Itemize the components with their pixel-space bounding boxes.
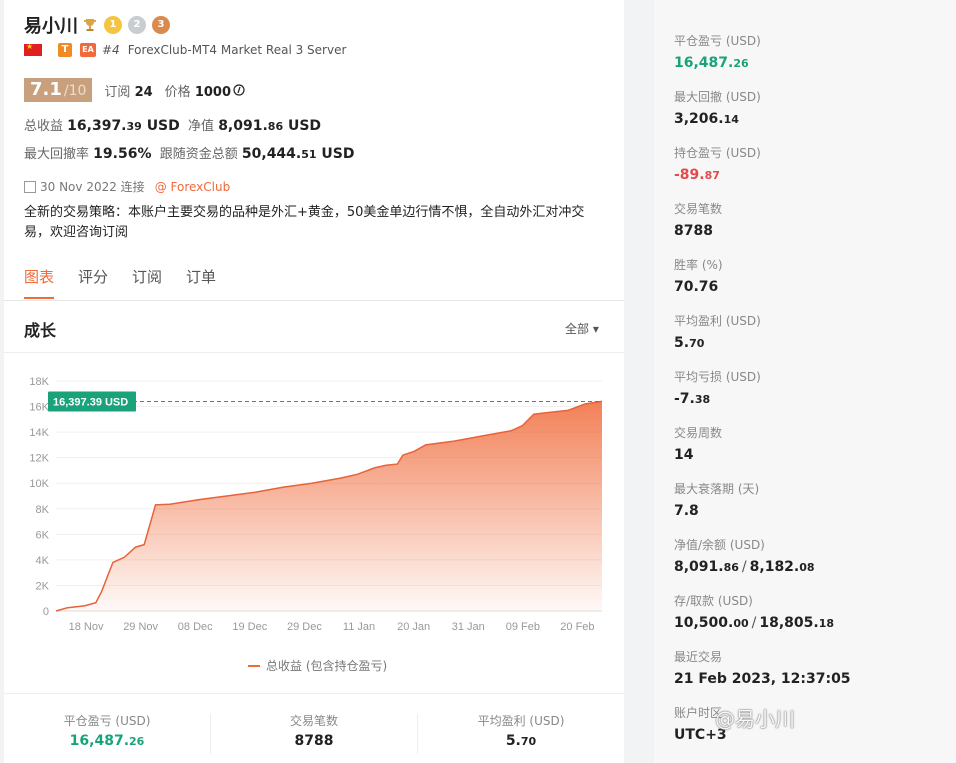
- x-tick-label: 19 Dec: [232, 621, 267, 633]
- growth-title: 成长: [24, 321, 57, 340]
- tab-subscribe[interactable]: 订阅: [132, 266, 162, 299]
- score-denominator: /10: [63, 83, 87, 99]
- currency-icon: [233, 84, 245, 96]
- bottom-stat-trades: 交易笔数 8788: [289, 714, 338, 749]
- side-stat-open-pnl: 持仓盈亏 (USD) -89.87: [674, 146, 761, 183]
- divider: [4, 300, 624, 301]
- side-stat-trades: 交易笔数 8788: [674, 202, 723, 239]
- tag-ea-badge: EA: [80, 43, 96, 57]
- side-stat-avg-loss: 平均亏损 (USD) -7.38: [674, 370, 761, 407]
- side-stat-max-decline: 最大衰落期 (天) 7.8: [674, 482, 760, 519]
- trader-name: 易小川: [24, 16, 78, 37]
- side-stat-weeks: 交易周数 14: [674, 426, 723, 463]
- side-stat-deposit-withdraw: 存/取款 (USD) 10,500.00/18,805.18: [674, 594, 835, 631]
- server-name: ForexClub-MT4 Market Real 3 Server: [127, 43, 347, 57]
- score-row: 7.1 /10 订阅 24 价格 1000: [24, 78, 245, 102]
- tab-bar: 图表 评分 订阅 订单: [24, 266, 240, 299]
- rank-label: #4: [102, 43, 120, 57]
- growth-chart: 0 2K 4K 6K 8K 10K 12K 14K 16K 18K 18 Nov 29 Nov 08 …: [29, 376, 603, 633]
- current-value-label: 16,397.39 USD: [53, 396, 128, 408]
- china-flag-icon: [24, 42, 42, 56]
- side-stat-avg-profit: 平均盈利 (USD) 5.70: [674, 314, 761, 351]
- y-tick-label: 14K: [29, 427, 49, 439]
- gold-medal-icon: 1: [104, 16, 122, 34]
- stats-sidebar: 平仓盈亏 (USD) 16,487.26 最大回撤 (USD) 3,206.14…: [654, 0, 956, 763]
- side-stat-max-drawdown: 最大回撤 (USD) 3,206.14: [674, 90, 761, 127]
- range-filter-dropdown[interactable]: 全部 ▾: [565, 320, 599, 337]
- bottom-stat-closed-pnl: 平仓盈亏 (USD) 16,487.26: [63, 714, 151, 749]
- silver-medal-icon: 2: [128, 16, 146, 34]
- divider: [4, 693, 624, 694]
- bronze-medal-icon: 3: [152, 16, 170, 34]
- y-tick-label: 2K: [36, 580, 50, 592]
- y-tick-label: 8K: [36, 504, 50, 516]
- tab-chart[interactable]: 图表: [24, 266, 55, 299]
- broker-link[interactable]: @ ForexClub: [155, 180, 231, 194]
- price: 价格 1000: [164, 84, 232, 100]
- y-tick-label: 16K: [29, 402, 49, 414]
- side-stat-closed-pnl: 平仓盈亏 (USD) 16,487.26: [674, 34, 761, 71]
- calendar-icon: [24, 180, 36, 193]
- chart-legend[interactable]: 总收益 (包含持仓盈亏): [248, 657, 387, 674]
- growth-area: [56, 401, 602, 611]
- x-tick-label: 18 Nov: [69, 621, 104, 633]
- y-tick-label: 18K: [29, 376, 49, 388]
- trophy-icon: [84, 19, 96, 31]
- y-tick-label: 6K: [36, 529, 50, 541]
- account-meta: T EA #4 ForexClub-MT4 Market Real 3 Serv…: [24, 42, 347, 57]
- x-tick-label: 29 Nov: [123, 621, 158, 633]
- strategy-description: 全新的交易策略：本账户主要交易的品种是外汇+黄金，50美金单边行情不惧，全自动外…: [24, 205, 585, 240]
- tab-rating[interactable]: 评分: [78, 266, 108, 299]
- subscribe-count: 订阅 24: [104, 84, 153, 100]
- x-tick-label: 20 Feb: [560, 621, 594, 633]
- y-tick-label: 0: [43, 606, 49, 618]
- x-tick-label: 11 Jan: [343, 621, 375, 633]
- side-stat-equity-balance: 净值/余额 (USD) 8,091.86/8,182.08: [674, 538, 815, 575]
- y-tick-label: 12K: [29, 453, 49, 465]
- y-tick-label: 10K: [29, 478, 49, 490]
- score-badge: 7.1 /10: [24, 78, 93, 102]
- y-tick-label: 4K: [36, 555, 50, 567]
- x-tick-label: 31 Jan: [452, 621, 485, 633]
- x-tick-label: 09 Feb: [506, 621, 540, 633]
- divider: [4, 352, 624, 353]
- profile-header: 易小川 1 2 3: [24, 12, 170, 38]
- x-tick-label: 08 Dec: [178, 621, 213, 633]
- tab-orders[interactable]: 订单: [186, 266, 216, 299]
- x-tick-label: 29 Dec: [287, 621, 322, 633]
- legend-line-icon: [248, 664, 260, 667]
- connect-date: 30 Nov 2022 连接 @ ForexClub: [24, 178, 230, 195]
- strategy-panel: 易小川 1 2 3 T EA #4 ForexClub-MT4 Market R…: [4, 0, 624, 763]
- total-profit-row: 总收益 16,397.39 USD 净值 8,091.86 USD: [24, 118, 322, 134]
- bottom-stat-avg-profit: 平均盈利 (USD) 5.70: [477, 714, 565, 749]
- x-tick-label: 20 Jan: [397, 621, 430, 633]
- drawdown-row: 最大回撤率 19.56% 跟随资金总额 50,444.51 USD: [24, 146, 355, 162]
- watermark: @易小川: [715, 707, 795, 731]
- side-stat-winrate: 胜率 (%) 70.76: [674, 258, 723, 295]
- tag-t-badge: T: [58, 43, 72, 57]
- side-stat-last-trade: 最近交易 21 Feb 2023, 12:37:05: [674, 650, 851, 687]
- score-value: 7.1: [30, 79, 62, 100]
